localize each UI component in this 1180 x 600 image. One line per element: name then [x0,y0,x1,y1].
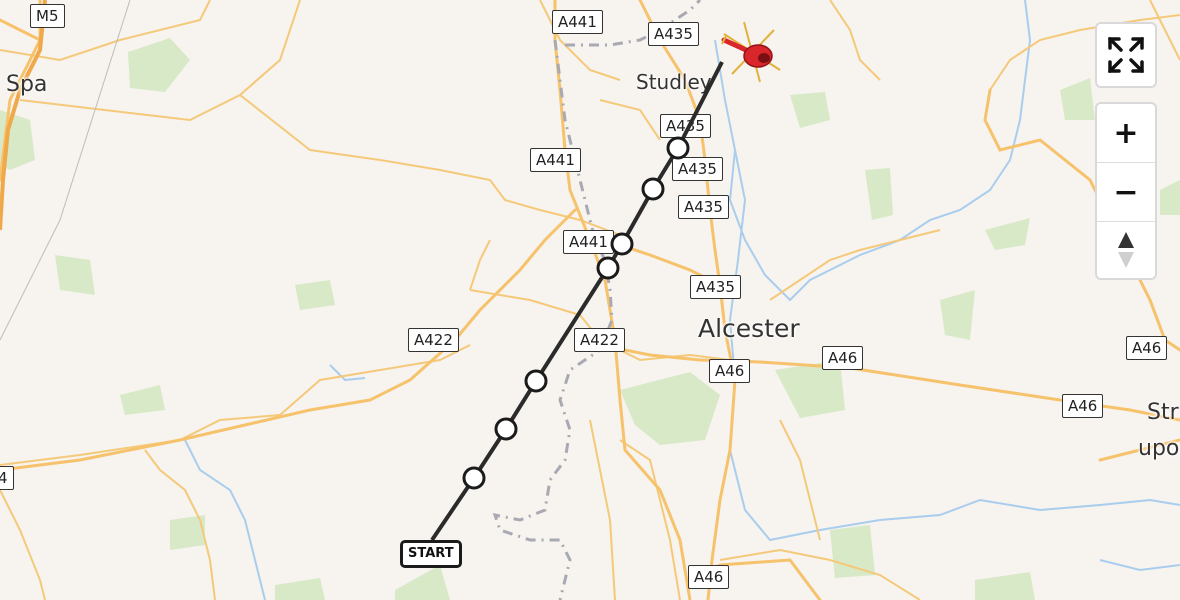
route-waypoint[interactable] [524,369,548,393]
compass-icon [1118,232,1134,268]
route-start-label: START [408,546,454,561]
zoom-in-button[interactable]: + [1097,104,1155,162]
route-start-marker[interactable]: START [400,540,462,568]
helicopter-icon[interactable] [721,21,781,83]
route-overlay [430,21,781,542]
route-waypoint[interactable] [596,256,620,280]
route-waypoint[interactable] [610,232,634,256]
route-waypoint[interactable] [641,177,665,201]
zoom-out-button[interactable]: − [1097,163,1155,221]
route-waypoint[interactable] [462,466,486,490]
route-waypoint[interactable] [494,417,518,441]
reset-north-button[interactable] [1097,222,1155,278]
route-waypoint[interactable] [666,136,690,160]
fullscreen-button[interactable] [1095,22,1157,88]
zoom-controls: + − [1095,102,1157,280]
map-view[interactable]: Spa Studley Alcester Str upo M5 A441 A43… [0,0,1180,600]
fullscreen-icon [1108,37,1144,73]
